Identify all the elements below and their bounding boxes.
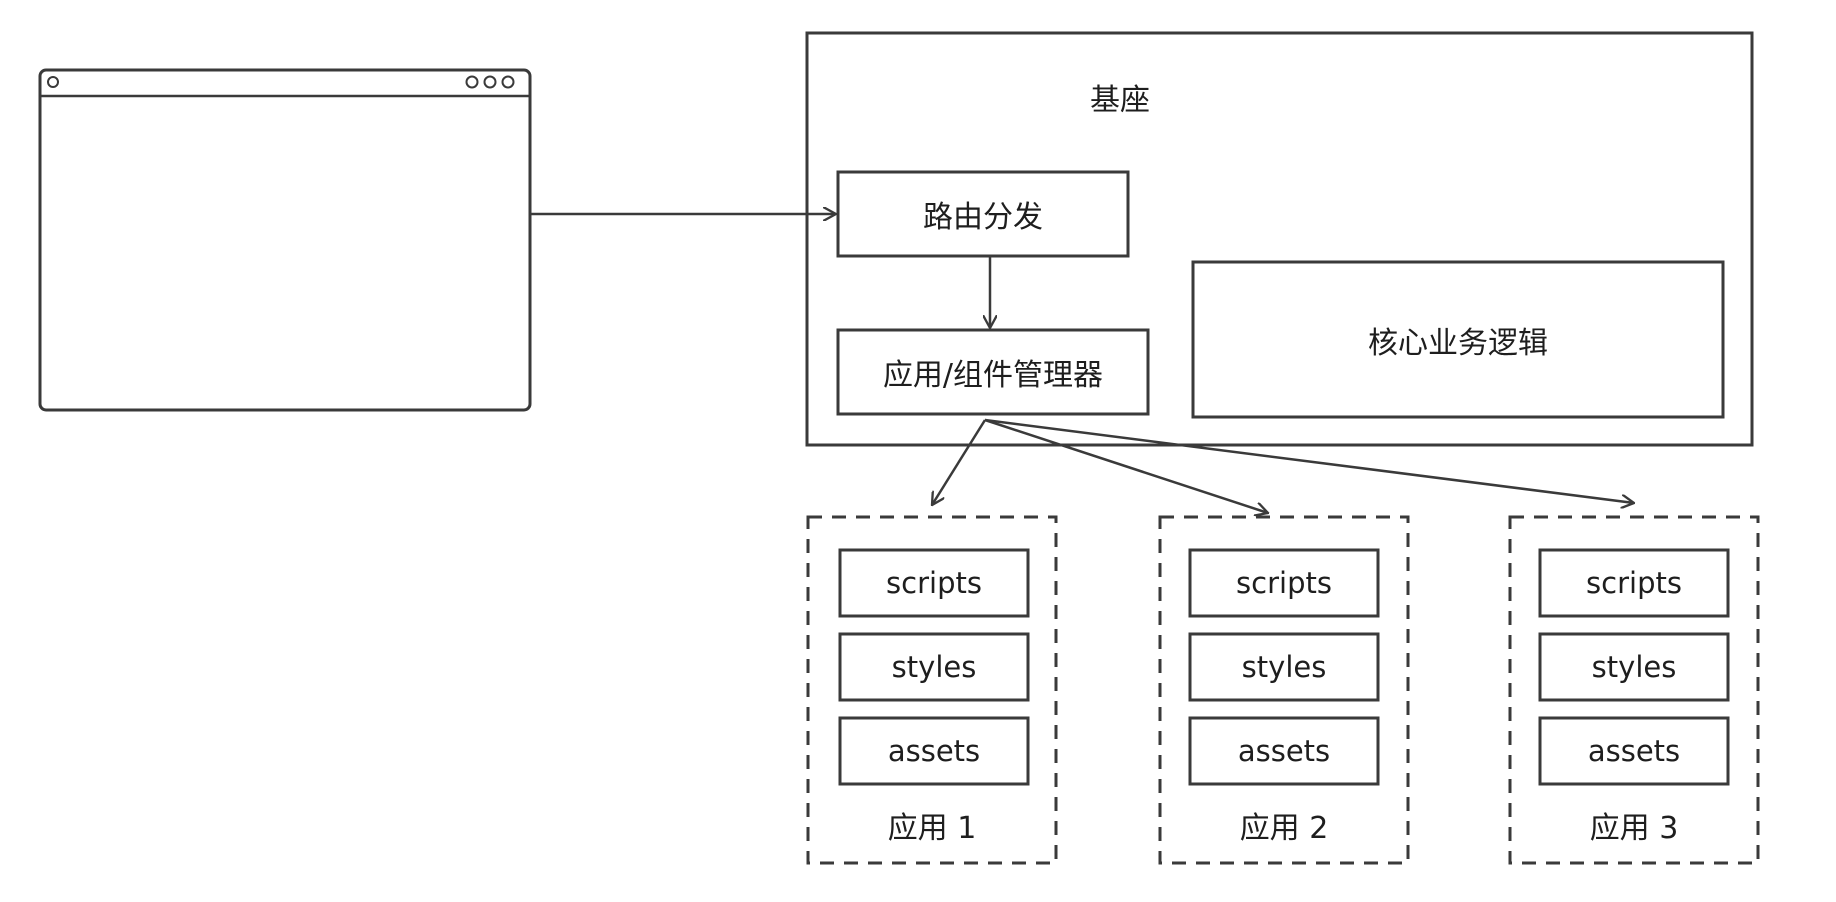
app-3-styles-label: styles bbox=[1591, 650, 1677, 684]
base-title: 基座 bbox=[1090, 83, 1150, 118]
app-3-assets-label: assets bbox=[1587, 734, 1681, 768]
app-2-assets-label: assets bbox=[1237, 734, 1331, 768]
app-2-scripts-label: scripts bbox=[1236, 566, 1332, 600]
app-1-label: 应用 1 bbox=[887, 811, 977, 846]
app-1-assets-label: assets bbox=[887, 734, 981, 768]
manager-to-app3-arrow bbox=[984, 418, 1634, 503]
app-2-styles-label: styles bbox=[1241, 650, 1327, 684]
app-1-styles-label: styles bbox=[891, 650, 977, 684]
browser-window bbox=[38, 68, 532, 412]
manager-to-app1-arrow bbox=[932, 419, 987, 505]
core-logic-label: 核心业务逻辑 bbox=[1368, 325, 1548, 361]
app-3-label: 应用 3 bbox=[1589, 811, 1679, 846]
app-1-scripts-label: scripts bbox=[886, 566, 982, 600]
app-3-scripts-label: scripts bbox=[1586, 566, 1682, 600]
router-label: 路由分发 bbox=[923, 200, 1043, 235]
manager-label: 应用/组件管理器 bbox=[882, 358, 1104, 393]
app-2-label: 应用 2 bbox=[1239, 811, 1329, 846]
manager-to-app2-arrow bbox=[984, 418, 1268, 513]
